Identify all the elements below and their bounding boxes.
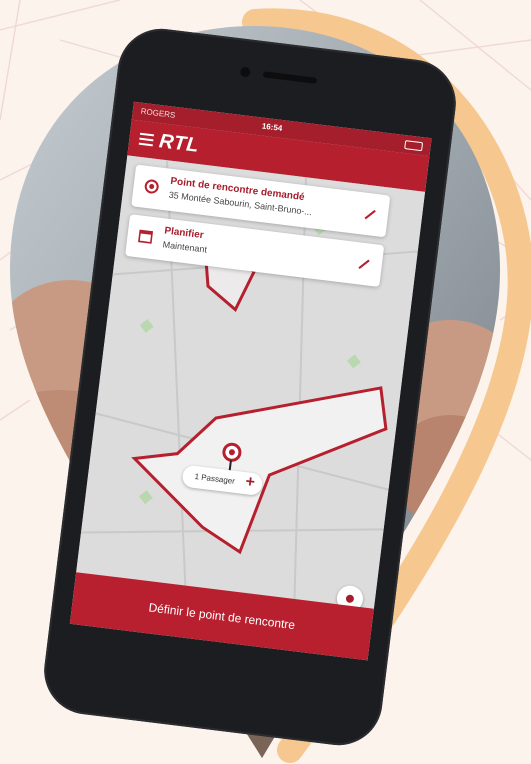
carrier-label: ROGERS bbox=[140, 106, 176, 120]
passenger-count-label: 1 Passager bbox=[194, 471, 236, 486]
schedule-title: Planifier bbox=[163, 225, 205, 242]
edit-pencil-icon[interactable] bbox=[361, 204, 379, 222]
app-brand-logo: RTL bbox=[157, 130, 201, 157]
front-camera bbox=[239, 66, 251, 78]
add-passenger-button[interactable]: + bbox=[244, 471, 256, 494]
phone-screen: ROGERS 16:54 RTL Point de rencontre dema… bbox=[69, 101, 432, 661]
status-time: 16:54 bbox=[261, 121, 283, 133]
edit-pencil-icon[interactable] bbox=[355, 254, 373, 272]
location-target-icon bbox=[144, 179, 159, 194]
battery-icon bbox=[404, 140, 424, 152]
calendar-icon bbox=[138, 229, 154, 244]
zone-polygon-main bbox=[131, 386, 388, 555]
hamburger-menu-icon[interactable] bbox=[138, 132, 155, 147]
map-view[interactable]: Point de rencontre demandé 35 Montée Sab… bbox=[76, 155, 426, 614]
earpiece-speaker bbox=[262, 71, 318, 84]
